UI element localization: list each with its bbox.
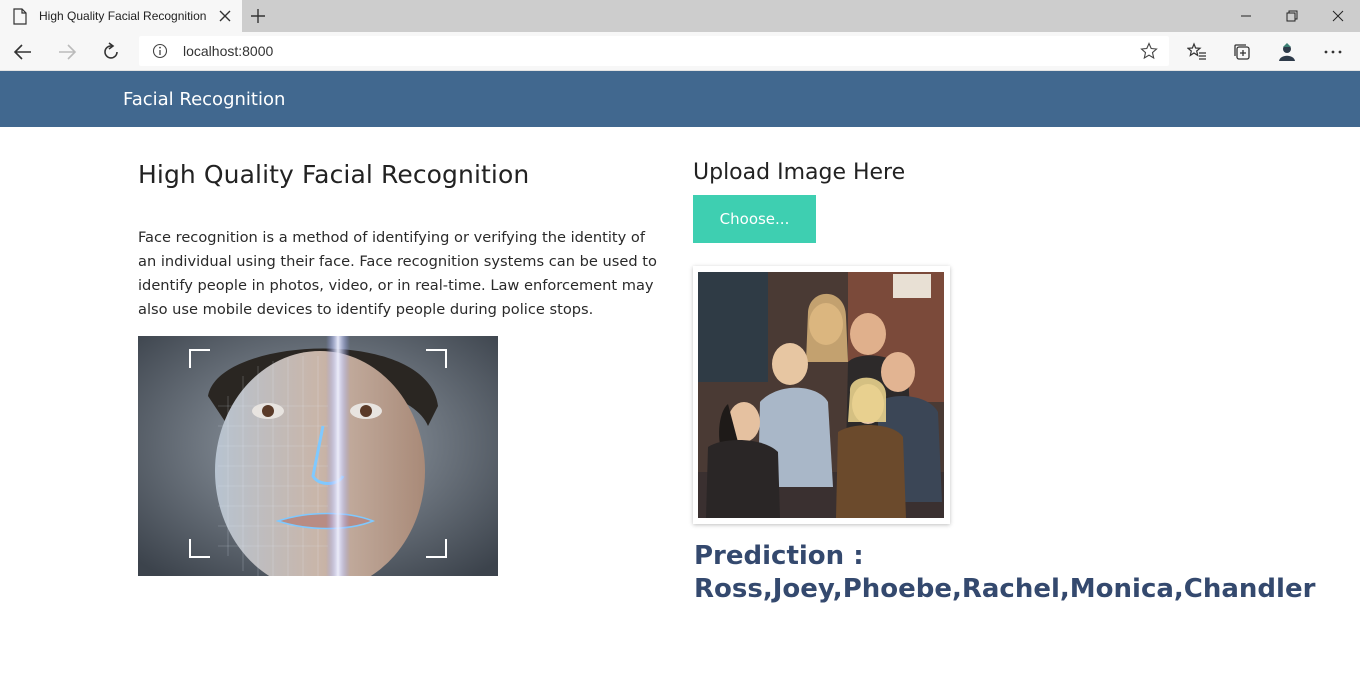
minimize-icon xyxy=(1241,15,1251,17)
minimize-button[interactable] xyxy=(1223,0,1269,32)
back-button[interactable] xyxy=(12,41,34,63)
info-icon[interactable] xyxy=(152,43,168,59)
browser-toolbar xyxy=(0,32,1360,71)
close-icon xyxy=(1332,10,1344,22)
tab-title: High Quality Facial Recognition xyxy=(39,9,207,23)
favorites-icon xyxy=(1187,42,1206,60)
url-input[interactable] xyxy=(183,43,1083,59)
close-icon[interactable] xyxy=(218,9,232,23)
page-icon xyxy=(13,8,27,25)
more-button[interactable] xyxy=(1322,41,1344,63)
more-icon xyxy=(1324,50,1342,54)
group-photo xyxy=(698,272,944,518)
choose-file-button[interactable]: Choose... xyxy=(693,195,816,243)
face-recognition-image xyxy=(138,336,498,576)
forward-button[interactable] xyxy=(56,41,78,63)
address-bar[interactable] xyxy=(139,36,1169,66)
intro-section: High Quality Facial Recognition Face rec… xyxy=(138,160,658,318)
upload-section: Upload Image Here Choose... xyxy=(693,160,1293,243)
uploaded-image-preview xyxy=(693,266,950,524)
window-close-button[interactable] xyxy=(1315,0,1360,32)
profile-icon xyxy=(1279,43,1295,61)
page-title: High Quality Facial Recognition xyxy=(138,160,530,189)
site-navbar: Facial Recognition xyxy=(0,71,1360,127)
star-icon[interactable] xyxy=(1140,42,1158,60)
favorites-button[interactable] xyxy=(1186,41,1208,63)
restore-icon xyxy=(1286,10,1298,22)
tab-strip: High Quality Facial Recognition xyxy=(0,0,1360,32)
back-arrow-icon xyxy=(13,44,31,60)
intro-paragraph: Face recognition is a method of identify… xyxy=(138,229,657,318)
refresh-icon xyxy=(104,42,118,59)
browser-tab[interactable]: High Quality Facial Recognition xyxy=(0,0,242,32)
profile-button[interactable] xyxy=(1276,41,1298,63)
navbar-brand[interactable]: Facial Recognition xyxy=(123,89,285,110)
collections-button[interactable] xyxy=(1231,41,1253,63)
plus-icon[interactable] xyxy=(249,7,267,25)
collections-icon xyxy=(1234,44,1250,60)
upload-heading: Upload Image Here xyxy=(693,160,906,185)
forward-arrow-icon xyxy=(59,44,77,60)
prediction-values: Ross,Joey,Phoebe,Rachel,Monica,Chandler xyxy=(694,574,1316,604)
prediction-label: Prediction : xyxy=(694,541,864,571)
prediction-result: Prediction : Ross,Joey,Phoebe,Rachel,Mon… xyxy=(694,540,1316,606)
restore-button[interactable] xyxy=(1269,0,1315,32)
refresh-button[interactable] xyxy=(100,41,122,63)
